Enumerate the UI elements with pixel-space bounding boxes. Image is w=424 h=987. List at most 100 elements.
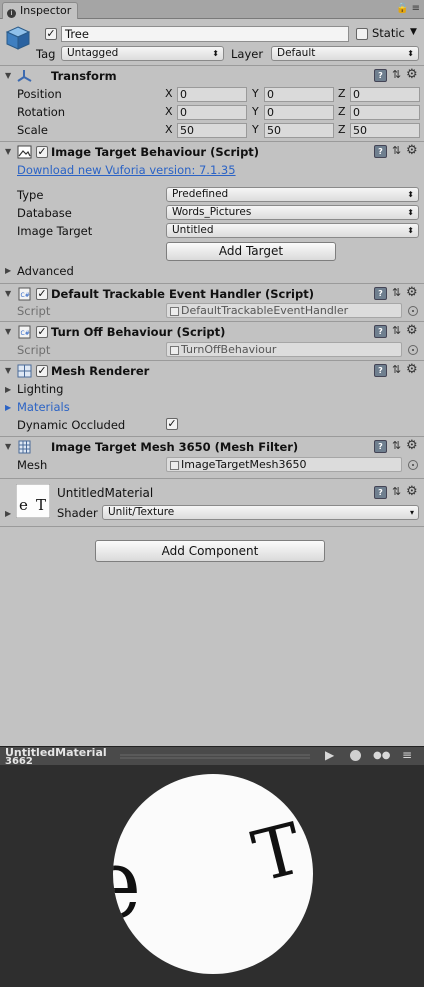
static-dropdown-icon[interactable]: ▼ [410,27,417,37]
axis-x-label[interactable]: X [165,105,173,118]
component-header[interactable]: ▼ ✓ Image Target Behaviour (Script) ? ⇅ … [0,143,424,161]
database-dropdown[interactable]: Words_Pictures ⬍ [166,205,419,220]
help-book-icon[interactable]: ? [374,440,387,453]
axis-y-label[interactable]: Y [252,105,259,118]
preset-icon[interactable]: ⇅ [392,286,401,299]
menu-icon[interactable]: ≡ [412,3,420,14]
add-target-button[interactable]: Add Target [166,242,336,261]
tag-dropdown[interactable]: Untagged ⬍ [61,46,224,61]
sphere-preview-icon[interactable] [350,750,361,761]
preset-icon[interactable]: ⇅ [392,324,401,337]
rotation-x-field[interactable]: 0 [177,105,247,120]
name-field[interactable]: Tree [61,26,349,42]
rotation-y-field[interactable]: 0 [264,105,334,120]
active-checkbox[interactable]: ✓ [45,28,57,40]
fold-arrow-icon[interactable]: ▼ [5,71,11,80]
scale-z-field[interactable]: 50 [350,123,420,138]
fold-arrow-icon[interactable]: ▼ [5,366,11,375]
preview-menu-icon[interactable]: ≡ [402,748,412,762]
gear-icon[interactable]: ⚙ [406,143,418,158]
scale-x-field[interactable]: 50 [177,123,247,138]
preset-icon[interactable]: ⇅ [392,68,401,81]
script-field[interactable]: TurnOffBehaviour [166,342,402,357]
enabled-checkbox[interactable]: ✓ [36,326,48,338]
lighting-foldout[interactable]: Lighting [17,382,63,396]
gear-icon[interactable]: ⚙ [406,362,418,377]
play-icon[interactable]: ▶ [325,748,334,762]
object-picker-icon[interactable] [408,306,418,316]
preset-icon[interactable]: ⇅ [392,485,401,498]
component-header[interactable]: ▼ Transform ? ⇅ ⚙ [0,67,424,85]
axis-z-label[interactable]: Z [338,87,346,100]
scale-y-field[interactable]: 50 [264,123,334,138]
advanced-fold-arrow-icon[interactable]: ▶ [5,266,11,275]
layer-dropdown[interactable]: Default ⬍ [271,46,419,61]
dynamic-occluded-checkbox[interactable]: ✓ [166,418,178,430]
axis-z-label[interactable]: Z [338,123,346,136]
fold-arrow-icon[interactable]: ▼ [5,147,11,156]
fold-arrow-icon[interactable]: ▼ [5,442,11,451]
position-z-field[interactable]: 0 [350,87,420,102]
enabled-checkbox[interactable]: ✓ [36,288,48,300]
component-header[interactable]: ▼ C# ✓ Turn Off Behaviour (Script) ? ⇅ ⚙ [0,323,424,341]
axis-y-label[interactable]: Y [252,123,259,136]
preview-toolbar[interactable]: UntitledMaterial 3662 ▶ ●● ≡ [0,746,424,767]
position-x-field[interactable]: 0 [177,87,247,102]
static-checkbox[interactable] [356,28,368,40]
materials-foldout[interactable]: Materials [17,400,70,414]
mesh-field[interactable]: ImageTargetMesh3650 [166,457,402,472]
gear-icon[interactable]: ⚙ [406,438,418,453]
advanced-foldout[interactable]: Advanced [17,264,74,278]
preset-icon[interactable]: ⇅ [392,363,401,376]
enabled-checkbox[interactable]: ✓ [36,146,48,158]
dropdown-arrow-icon: ⬍ [407,226,414,235]
component-header[interactable]: ▼ C# ✓ Default Trackable Event Handler (… [0,285,424,303]
help-book-icon[interactable]: ? [374,145,387,158]
help-book-icon[interactable]: ? [374,325,387,338]
gear-icon[interactable]: ⚙ [406,484,418,499]
transform-component: ▼ Transform ? ⇅ ⚙ Position X 0 Y 0 Z 0 R… [0,67,424,142]
fold-arrow-icon[interactable]: ▼ [5,289,11,298]
script-label: Script [17,304,51,318]
lock-icon[interactable]: 🔒 [396,3,408,14]
help-book-icon[interactable]: ? [374,287,387,300]
svg-text:C#: C# [21,330,30,337]
rotation-z-field[interactable]: 0 [350,105,420,120]
help-book-icon[interactable]: ? [374,69,387,82]
shader-dropdown[interactable]: Unlit/Texture ▾ [102,505,419,520]
object-picker-icon[interactable] [408,345,418,355]
component-header[interactable]: ▼ Image Target Mesh 3650 (Mesh Filter) ?… [0,438,424,456]
gear-icon[interactable]: ⚙ [406,67,418,82]
axis-y-label[interactable]: Y [252,87,259,100]
component-header[interactable]: ▼ ✓ Mesh Renderer ? ⇅ ⚙ [0,362,424,380]
gear-icon[interactable]: ⚙ [406,285,418,300]
preset-icon[interactable]: ⇅ [392,439,401,452]
axis-z-label[interactable]: Z [338,105,346,118]
fold-arrow-icon[interactable]: ▼ [5,327,11,336]
object-picker-icon[interactable] [408,460,418,470]
tab-inspector[interactable]: i Inspector [2,2,78,19]
axis-x-label[interactable]: X [165,87,173,100]
tab-controls[interactable]: 🔒 ≡ [396,3,420,14]
type-dropdown[interactable]: Predefined ⬍ [166,187,419,202]
position-y-field[interactable]: 0 [264,87,334,102]
lighting-toggle-icon[interactable]: ●● [373,750,390,761]
image-target-value: Untitled [172,224,214,236]
material-preview-area[interactable]: e T [0,765,424,987]
script-field[interactable]: DefaultTrackableEventHandler [166,303,402,318]
enabled-checkbox[interactable]: ✓ [36,365,48,377]
material-preview-thumbnail[interactable]: e T [16,484,50,518]
preset-icon[interactable]: ⇅ [392,144,401,157]
svg-text:T: T [36,496,46,514]
materials-fold-arrow-icon[interactable]: ▶ [5,403,11,412]
lighting-fold-arrow-icon[interactable]: ▶ [5,385,11,394]
gear-icon[interactable]: ⚙ [406,323,418,338]
download-vuforia-link[interactable]: Download new Vuforia version: 7.1.35 [17,163,236,177]
material-fold-arrow-icon[interactable]: ▶ [5,509,11,518]
axis-x-label[interactable]: X [165,123,173,136]
help-book-icon[interactable]: ? [374,486,387,499]
preview-resize-handle[interactable] [120,753,310,761]
image-target-dropdown[interactable]: Untitled ⬍ [166,223,419,238]
help-book-icon[interactable]: ? [374,364,387,377]
add-component-button[interactable]: Add Component [95,540,325,562]
